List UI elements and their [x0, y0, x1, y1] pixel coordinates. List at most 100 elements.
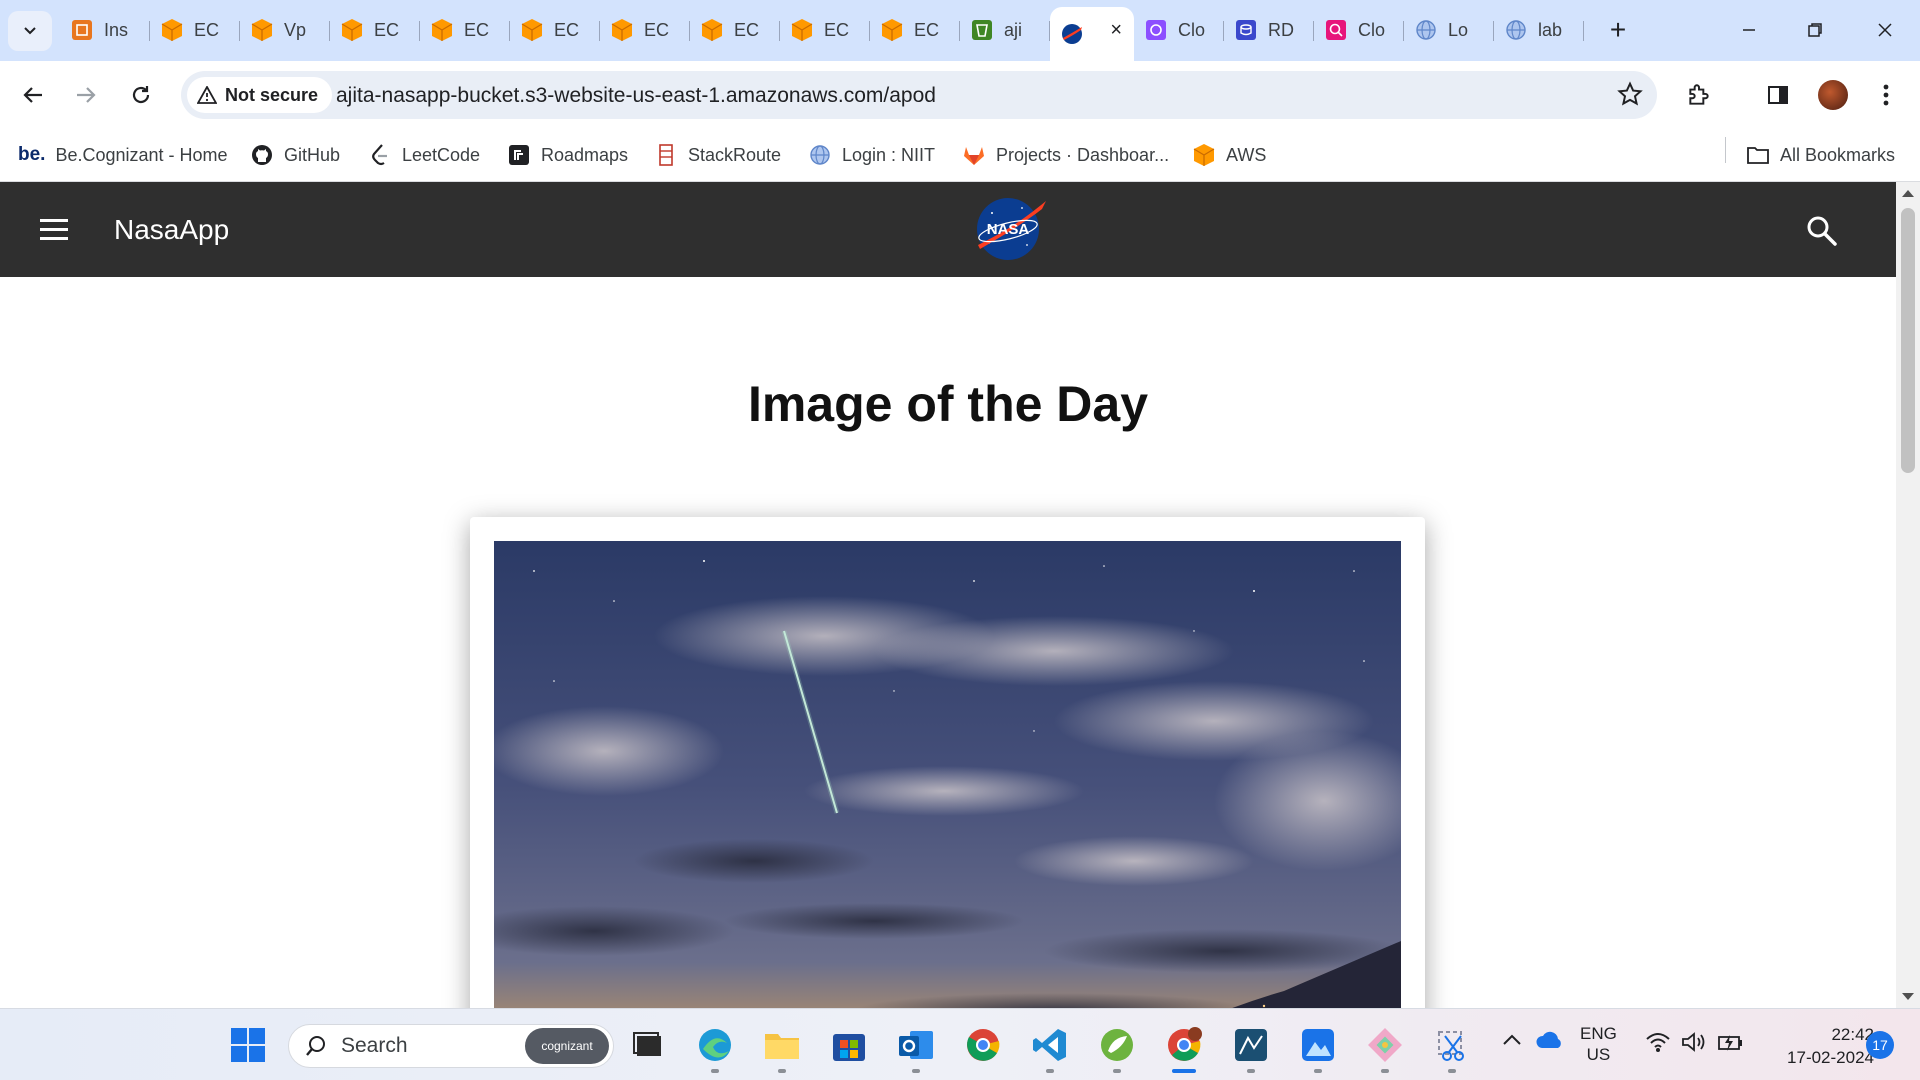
running-indicator: [1381, 1069, 1389, 1073]
browser-tab[interactable]: EC: [330, 7, 420, 53]
browser-tab[interactable]: EC: [870, 7, 960, 53]
browser-tab[interactable]: Ins: [60, 7, 150, 53]
browser-menu-button[interactable]: [1866, 75, 1906, 115]
menu-icon-bar: [40, 228, 68, 231]
bookmark-star-button[interactable]: [1617, 81, 1643, 112]
language-indicator[interactable]: ENG US: [1580, 1023, 1617, 1065]
all-bookmarks-button[interactable]: All Bookmarks: [1746, 141, 1895, 169]
url-text[interactable]: ajita-nasapp-bucket.s3-website-us-east-1…: [336, 84, 936, 108]
show-hidden-icons-button[interactable]: [1502, 1031, 1522, 1051]
tab-search-button[interactable]: [8, 11, 52, 51]
search-icon[interactable]: [1805, 214, 1839, 248]
start-button[interactable]: [226, 1023, 270, 1067]
page-scrollbar[interactable]: [1896, 182, 1920, 1008]
taskbar-search-input[interactable]: Search cognizant: [288, 1024, 614, 1068]
bookmark-item[interactable]: Login : NIIT: [808, 141, 935, 169]
browser-tab[interactable]: Clo: [1314, 7, 1404, 53]
puzzle-icon: [1689, 84, 1709, 105]
scrollbar-thumb[interactable]: [1901, 208, 1915, 473]
browser-tab[interactable]: EC: [600, 7, 690, 53]
taskbar-spring-tools[interactable]: [1095, 1023, 1139, 1073]
browser-tab[interactable]: EC: [510, 7, 600, 53]
task-view-button[interactable]: [626, 1023, 670, 1067]
running-indicator: [1113, 1069, 1121, 1073]
taskbar-chrome-profile[interactable]: [1162, 1023, 1206, 1073]
browser-tab[interactable]: Clo: [1134, 7, 1224, 53]
browser-tab[interactable]: Vp: [240, 7, 330, 53]
apod-image[interactable]: [494, 541, 1401, 1008]
browser-tab[interactable]: lab: [1494, 7, 1584, 53]
bookmark-item[interactable]: AWS: [1192, 141, 1266, 169]
back-button[interactable]: [13, 75, 53, 115]
globe-icon: [1504, 18, 1528, 42]
close-icon: [1878, 23, 1892, 37]
bookmark-label: Login : NIIT: [842, 144, 936, 165]
store-icon: [833, 1034, 865, 1061]
volume-button[interactable]: [1681, 1031, 1707, 1058]
forward-button[interactable]: [66, 75, 106, 115]
bookmark-label: AWS: [1226, 144, 1267, 165]
address-bar[interactable]: Not secure ajita-nasapp-bucket.s3-websit…: [181, 71, 1657, 119]
spring-icon: [1101, 1029, 1133, 1061]
wifi-button[interactable]: [1645, 1031, 1671, 1058]
aws-cube-icon: [340, 18, 364, 42]
taskbar-file-explorer[interactable]: [760, 1023, 804, 1073]
bookmark-item[interactable]: be. Be.Cognizant - Home: [18, 141, 228, 169]
menu-button[interactable]: [40, 219, 68, 241]
bookmark-item[interactable]: StackRoute: [654, 141, 781, 169]
browser-tab[interactable]: EC: [780, 7, 870, 53]
bookmark-label: GitHub: [284, 144, 341, 165]
scroll-down-arrow-icon[interactable]: [1902, 993, 1914, 1000]
onedrive-button[interactable]: [1536, 1031, 1564, 1054]
arrow-right-icon: [77, 87, 96, 103]
scroll-up-arrow-icon[interactable]: [1902, 190, 1914, 197]
search-highlight-badge[interactable]: cognizant: [525, 1028, 609, 1064]
gitlab-icon: [962, 143, 986, 167]
search-icon: [306, 1036, 325, 1056]
taskbar-git[interactable]: [1363, 1023, 1407, 1073]
taskbar-store[interactable]: [827, 1023, 871, 1067]
minimize-button[interactable]: [1724, 10, 1774, 50]
browser-tab[interactable]: RD: [1224, 7, 1314, 53]
site-info-chip[interactable]: Not secure: [187, 77, 333, 113]
restore-button[interactable]: [1790, 10, 1840, 50]
reload-button[interactable]: [121, 75, 161, 115]
tab-title: Ins: [104, 19, 129, 40]
bookmark-item[interactable]: GitHub: [250, 141, 340, 169]
extensions-button[interactable]: [1679, 75, 1719, 115]
app-title[interactable]: NasaApp: [114, 214, 229, 246]
bookmark-item[interactable]: Roadmaps: [507, 141, 628, 169]
taskbar-edge[interactable]: [693, 1023, 737, 1073]
new-tab-button[interactable]: +: [1598, 14, 1638, 46]
taskbar-vscode[interactable]: [1028, 1023, 1072, 1073]
browser-tab[interactable]: EC: [690, 7, 780, 53]
wifi-icon: [1646, 1033, 1670, 1052]
tab-title: EC: [374, 19, 400, 40]
taskbar-mysql-workbench[interactable]: [1229, 1023, 1273, 1073]
clock-time: 22:42: [1831, 1025, 1874, 1044]
bookmark-item[interactable]: Projects · Dashboar...: [962, 141, 1169, 169]
notification-badge[interactable]: 17: [1866, 1031, 1894, 1059]
tab-title: Vp: [284, 19, 307, 40]
running-indicator: [1046, 1069, 1054, 1073]
browser-tab[interactable]: EC: [150, 7, 240, 53]
taskbar-clock[interactable]: 22:42 17-02-2024: [1764, 1023, 1874, 1069]
tab-title: EC: [824, 19, 850, 40]
taskbar-chrome[interactable]: [961, 1023, 1005, 1067]
taskbar-photos[interactable]: [1296, 1023, 1340, 1073]
side-panel-button[interactable]: [1758, 75, 1798, 115]
tab-close-button[interactable]: ×: [1110, 19, 1122, 42]
scissors-icon: [1438, 1031, 1464, 1061]
bookmark-item[interactable]: LeetCode: [368, 141, 480, 169]
browser-tab[interactable]: EC: [420, 7, 510, 53]
close-window-button[interactable]: [1860, 10, 1910, 50]
browser-tab-active[interactable]: ×: [1050, 7, 1134, 61]
browser-tab[interactable]: aji: [960, 7, 1050, 53]
browser-tab[interactable]: Lo: [1404, 7, 1494, 53]
taskbar-snipping-tool[interactable]: [1430, 1023, 1474, 1073]
battery-button[interactable]: [1717, 1031, 1745, 1058]
aws-cube-icon: [250, 18, 274, 42]
nasa-icon: [1060, 22, 1084, 46]
profile-button[interactable]: [1813, 75, 1853, 115]
taskbar-outlook[interactable]: [894, 1023, 938, 1073]
